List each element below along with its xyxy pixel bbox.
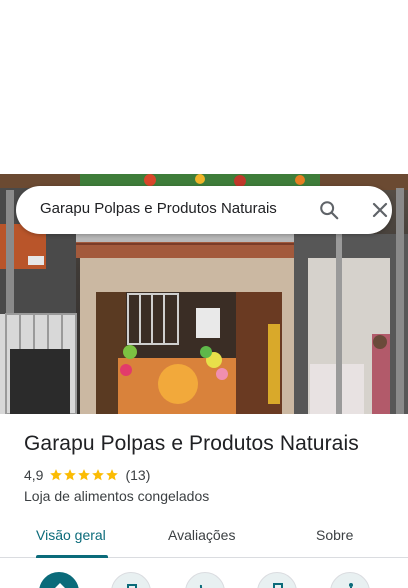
- save-icon: [273, 583, 283, 588]
- start-button[interactable]: [111, 572, 151, 588]
- rating-stars: [49, 468, 119, 482]
- rating-row[interactable]: 4,9 (13): [24, 466, 150, 484]
- place-tabs: Visão geral Avaliações Sobre: [0, 514, 408, 558]
- call-icon: [199, 584, 203, 588]
- action-buttons: [0, 566, 408, 588]
- search-icon[interactable]: [318, 199, 340, 221]
- place-category: Loja de alimentos congelados: [24, 488, 210, 504]
- search-input[interactable]: Garapu Polpas e Produtos Naturais: [40, 200, 277, 217]
- star-icon: [50, 469, 63, 481]
- map-blank-area: [0, 0, 408, 174]
- tab-indicator: [36, 555, 108, 558]
- star-icon: [106, 469, 119, 481]
- search-bar[interactable]: Garapu Polpas e Produtos Naturais: [16, 186, 392, 234]
- save-button[interactable]: [257, 572, 297, 588]
- star-icon: [78, 469, 91, 481]
- call-button[interactable]: [185, 572, 225, 588]
- star-icon: [92, 469, 105, 481]
- share-button[interactable]: [330, 572, 370, 588]
- star-icon: [64, 469, 77, 481]
- tab-reviews[interactable]: Avaliações: [168, 527, 235, 543]
- tab-overview[interactable]: Visão geral: [36, 527, 106, 543]
- directions-button[interactable]: [39, 572, 79, 588]
- directions-icon: [55, 583, 65, 588]
- close-icon[interactable]: [370, 200, 390, 220]
- share-icon: [349, 583, 353, 588]
- rating-value: 4,9: [24, 467, 44, 483]
- tab-about[interactable]: Sobre: [316, 527, 353, 543]
- place-title: Garapu Polpas e Produtos Naturais: [24, 432, 359, 455]
- start-icon: [127, 584, 137, 588]
- review-count: (13): [125, 467, 151, 483]
